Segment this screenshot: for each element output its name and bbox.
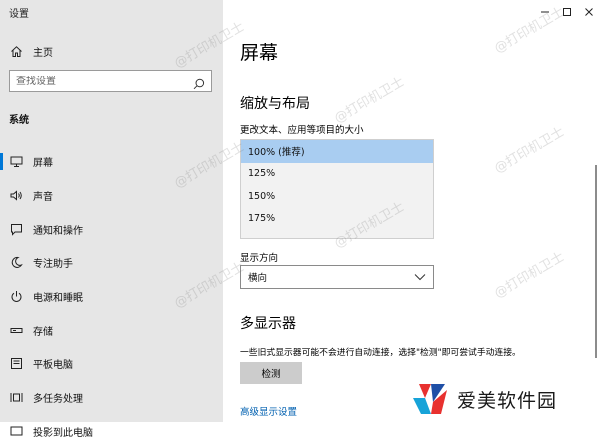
notification-icon	[9, 222, 23, 236]
site-logo: 爱美软件园	[411, 382, 557, 416]
monitor-icon	[9, 155, 23, 169]
sidebar: 设置 主页 系统 屏幕 声	[0, 0, 223, 422]
sidebar-item-power-sleep[interactable]: 电源和睡眠	[0, 280, 223, 314]
sidebar-item-label: 多任务处理	[33, 390, 83, 405]
sidebar-item-label: 平板电脑	[33, 356, 73, 371]
scale-option[interactable]: 100% (推荐)	[241, 140, 433, 163]
minimize-button[interactable]	[534, 0, 556, 24]
orientation-label: 显示方向	[240, 250, 278, 264]
scale-option[interactable]: 150%	[241, 185, 433, 208]
sidebar-item-label: 通知和操作	[33, 222, 83, 237]
home-label: 主页	[33, 44, 53, 59]
multi-display-description: 一些旧式显示器可能不会进行自动连接，选择"检测"即可尝试手动连接。	[240, 345, 521, 358]
main-panel: 屏幕 缩放与布局 更改文本、应用等项目的大小 100% (推荐) 125% 15…	[223, 0, 600, 422]
logo-text: 爱美软件园	[457, 386, 557, 413]
sidebar-item-focus-assist[interactable]: 专注助手	[0, 246, 223, 280]
sidebar-item-label: 声音	[33, 188, 53, 203]
tablet-icon	[9, 357, 23, 371]
chevron-down-icon	[414, 272, 426, 282]
logo-icon	[411, 382, 451, 416]
scrollbar[interactable]	[595, 165, 597, 358]
speaker-icon	[9, 189, 23, 203]
sidebar-item-label: 屏幕	[33, 154, 53, 169]
page-title: 屏幕	[240, 38, 278, 65]
close-button[interactable]	[578, 0, 600, 24]
home-nav-item[interactable]: 主页	[9, 42, 53, 60]
settings-window: 设置 主页 系统 屏幕 声	[0, 0, 600, 422]
sidebar-item-storage[interactable]: 存储	[0, 313, 223, 347]
sidebar-item-label: 存储	[33, 323, 53, 338]
sidebar-nav: 屏幕 声音 通知和操作 专注助手	[0, 145, 223, 448]
orientation-select[interactable]: 横向	[240, 265, 434, 289]
window-controls	[534, 0, 600, 24]
scale-layout-heading: 缩放与布局	[240, 93, 310, 113]
multitask-icon	[9, 391, 23, 405]
orientation-value: 横向	[248, 270, 267, 284]
search-icon[interactable]	[193, 75, 205, 87]
sidebar-item-tablet[interactable]: 平板电脑	[0, 347, 223, 381]
detect-button[interactable]: 检测	[240, 362, 302, 384]
minimize-icon	[540, 7, 550, 17]
advanced-display-settings-link[interactable]: 高级显示设置	[240, 404, 297, 418]
sidebar-item-label: 专注助手	[33, 255, 73, 270]
section-label: 系统	[9, 111, 29, 126]
scale-option[interactable]: 125%	[241, 163, 433, 186]
sidebar-item-multitasking[interactable]: 多任务处理	[0, 381, 223, 415]
maximize-button[interactable]	[556, 0, 578, 24]
sidebar-item-project-to-pc[interactable]: 投影到此电脑	[0, 415, 223, 448]
sidebar-item-sound[interactable]: 声音	[0, 179, 223, 213]
multi-display-heading: 多显示器	[240, 313, 296, 333]
project-icon	[9, 424, 23, 438]
app-title: 设置	[9, 5, 29, 20]
search-input[interactable]	[10, 76, 192, 87]
moon-icon	[9, 256, 23, 270]
maximize-icon	[562, 7, 572, 17]
scale-field-label: 更改文本、应用等项目的大小	[240, 122, 364, 136]
sidebar-item-notifications[interactable]: 通知和操作	[0, 212, 223, 246]
power-icon	[9, 290, 23, 304]
search-box[interactable]	[9, 70, 212, 92]
home-icon	[9, 44, 23, 58]
sidebar-item-label: 电源和睡眠	[33, 289, 83, 304]
scale-dropdown-list[interactable]: 100% (推荐) 125% 150% 175%	[240, 139, 434, 239]
scale-option[interactable]: 175%	[241, 208, 433, 231]
sidebar-item-label: 投影到此电脑	[33, 424, 93, 439]
close-icon	[584, 7, 594, 17]
sidebar-item-display[interactable]: 屏幕	[0, 145, 223, 179]
storage-icon	[9, 323, 23, 337]
